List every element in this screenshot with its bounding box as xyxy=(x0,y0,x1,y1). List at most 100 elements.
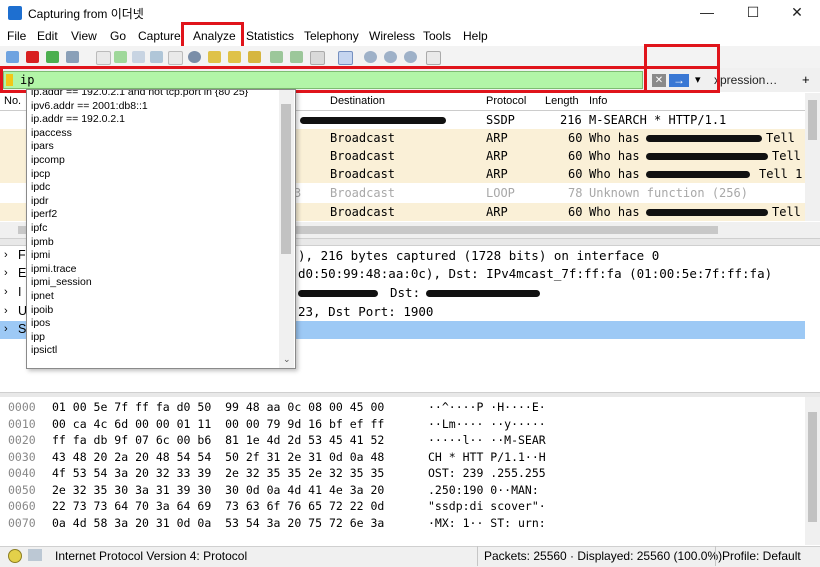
menu-telephony[interactable]: Telephony xyxy=(304,29,359,43)
go-to-packet-icon[interactable] xyxy=(248,51,261,63)
bytes-ascii[interactable]: "ssdp:di scover"· xyxy=(428,499,546,513)
expand-arrow-icon[interactable]: › xyxy=(4,249,8,261)
bytes-hex[interactable]: 2e 32 35 30 3a 31 39 30 30 0d 0a 4d 41 4… xyxy=(52,483,384,497)
bytes-ascii[interactable]: OST: 239 .255.255 xyxy=(428,466,546,480)
maximize-button[interactable]: ☐ xyxy=(730,0,776,26)
detail-frame[interactable]: ), 216 bytes captured (1728 bits) on int… xyxy=(298,248,659,263)
resize-columns-icon[interactable] xyxy=(426,51,441,65)
bytes-hex[interactable]: 00 ca 4c 6d 00 00 01 11 00 00 79 9d 16 b… xyxy=(52,417,384,431)
bytes-hex[interactable]: 4f 53 54 3a 20 32 33 39 2e 32 35 35 2e 3… xyxy=(52,466,384,480)
scroll-down-icon[interactable]: ⌄ xyxy=(283,354,291,365)
save-file-icon[interactable] xyxy=(114,51,127,63)
autocomplete-item[interactable]: ipp xyxy=(31,331,45,345)
autocomplete-item[interactable]: ipmi.trace xyxy=(31,263,77,277)
packet-list-vscroll-thumb[interactable] xyxy=(808,100,817,140)
bytes-hex[interactable]: 22 73 73 64 70 3a 64 69 73 63 6f 76 65 7… xyxy=(52,499,384,513)
bytes-hex[interactable]: 43 48 20 2a 20 48 54 54 50 2f 31 2e 31 0… xyxy=(52,450,384,464)
column-protocol[interactable]: Protocol xyxy=(486,95,526,107)
autocomplete-item[interactable]: ipmb xyxy=(31,236,54,250)
first-packet-icon[interactable] xyxy=(270,51,283,63)
status-profile[interactable]: Profile: Default xyxy=(722,549,801,563)
menu-capture[interactable]: Capture xyxy=(138,29,181,43)
autocomplete-item[interactable]: ipdc xyxy=(31,181,50,195)
menu-view[interactable]: View xyxy=(71,29,97,43)
expand-arrow-icon[interactable]: › xyxy=(4,267,8,279)
menu-file[interactable]: File xyxy=(7,29,26,43)
autocomplete-item[interactable]: ipsictl xyxy=(31,344,57,358)
detail-ip[interactable]: Dst: xyxy=(390,285,420,300)
minimize-button[interactable]: — xyxy=(684,0,730,26)
redacted-address xyxy=(298,290,378,297)
column-destination[interactable]: Destination xyxy=(330,95,385,107)
expression-button[interactable]: xpression… xyxy=(714,73,777,87)
bytes-hex[interactable]: ff fa db 9f 07 6c 00 b6 81 1e 4d 2d 53 4… xyxy=(52,433,384,447)
row-length: 60 xyxy=(568,149,583,163)
autocomplete-item[interactable]: ipcp xyxy=(31,168,50,182)
expand-arrow-icon[interactable]: › xyxy=(4,286,8,298)
bytes-ascii[interactable]: ·MX: 1·· ST: urn: xyxy=(428,516,546,530)
autocomplete-item[interactable]: ipv6.addr == 2001:db8::1 xyxy=(31,100,148,114)
menu-tools[interactable]: Tools xyxy=(423,29,451,43)
autocomplete-item[interactable]: ipcomp xyxy=(31,154,65,168)
bytes-ascii[interactable]: ·····l·· ··M-SEAR xyxy=(428,433,546,447)
column-no[interactable]: No. xyxy=(4,95,21,107)
autocomplete-item[interactable]: ipos xyxy=(31,317,50,331)
redacted-address xyxy=(646,135,762,142)
expand-arrow-icon[interactable]: › xyxy=(4,323,8,335)
menu-statistics[interactable]: Statistics xyxy=(246,29,294,43)
detail-udp[interactable]: 23, Dst Port: 1900 xyxy=(298,304,433,319)
bytes-hex[interactable]: 01 00 5e 7f ff fa d0 50 99 48 aa 0c 08 0… xyxy=(52,400,384,414)
detail-ethernet[interactable]: d0:50:99:48:aa:0c), Dst: IPv4mcast_7f:ff… xyxy=(298,266,772,281)
column-info[interactable]: Info xyxy=(589,95,607,107)
restart-capture-icon[interactable] xyxy=(46,51,59,63)
autocomplete-item[interactable]: ipmi xyxy=(31,249,50,263)
autocomplete-item[interactable]: ip.addr == 192.0.2.1 and not tcp.port in… xyxy=(31,90,248,100)
autoscroll-icon[interactable] xyxy=(310,51,325,65)
row-protocol: SSDP xyxy=(486,113,515,127)
menu-help[interactable]: Help xyxy=(463,29,488,43)
menu-wireless[interactable]: Wireless xyxy=(369,29,415,43)
autocomplete-item[interactable]: ipmi_session xyxy=(31,276,92,290)
autocomplete-item[interactable]: ipoib xyxy=(31,304,53,318)
search-icon[interactable] xyxy=(188,51,201,63)
capture-options-icon[interactable] xyxy=(66,51,79,63)
start-capture-icon[interactable] xyxy=(6,51,19,63)
bytes-ascii[interactable]: ··Lm···· ··y····· xyxy=(428,417,546,431)
bytes-ascii[interactable]: .250:190 0··MAN: xyxy=(428,483,546,497)
row-info: Who has xyxy=(589,131,640,145)
add-filter-button[interactable]: + xyxy=(802,72,810,87)
autocomplete-item[interactable]: ipnet xyxy=(31,290,54,304)
open-file-icon[interactable] xyxy=(96,51,111,65)
zoom-out-icon[interactable] xyxy=(384,51,397,63)
bytes-offset: 0060 xyxy=(8,499,36,513)
colorize-icon[interactable] xyxy=(338,51,353,65)
column-length[interactable]: Length xyxy=(545,95,579,107)
last-packet-icon[interactable] xyxy=(290,51,303,63)
reload-icon[interactable] xyxy=(150,51,163,63)
bytes-ascii[interactable]: ··^····P ·H····E· xyxy=(428,400,546,414)
menu-edit[interactable]: Edit xyxy=(37,29,58,43)
find-packet-icon[interactable] xyxy=(168,51,183,65)
menu-go[interactable]: Go xyxy=(110,29,126,43)
redacted-address xyxy=(646,171,750,178)
expert-info-icon[interactable] xyxy=(8,549,22,563)
go-back-icon[interactable] xyxy=(208,51,221,63)
autocomplete-item[interactable]: ip.addr == 192.0.2.1 xyxy=(31,113,125,127)
bytes-vscroll-thumb[interactable] xyxy=(808,412,817,522)
autocomplete-item[interactable]: ipaccess xyxy=(31,127,72,141)
autocomplete-item[interactable]: iperf2 xyxy=(31,208,57,222)
comment-edit-icon[interactable] xyxy=(28,549,42,561)
go-forward-icon[interactable] xyxy=(228,51,241,63)
zoom-in-icon[interactable] xyxy=(364,51,377,63)
expand-arrow-icon[interactable]: › xyxy=(4,305,8,317)
autocomplete-item[interactable]: ipdr xyxy=(31,195,49,209)
stop-capture-icon[interactable] xyxy=(26,51,39,63)
bytes-hex[interactable]: 0a 4d 58 3a 20 31 0d 0a 53 54 3a 20 75 7… xyxy=(52,516,384,530)
close-button[interactable]: ✕ xyxy=(774,0,820,26)
normal-size-icon[interactable] xyxy=(404,51,417,63)
autocomplete-item[interactable]: ipars xyxy=(31,140,54,154)
bytes-ascii[interactable]: CH * HTT P/1.1··H xyxy=(428,450,546,464)
autocomplete-scroll-thumb[interactable] xyxy=(281,104,291,254)
close-file-icon[interactable] xyxy=(132,51,145,63)
autocomplete-item[interactable]: ipfc xyxy=(31,222,47,236)
